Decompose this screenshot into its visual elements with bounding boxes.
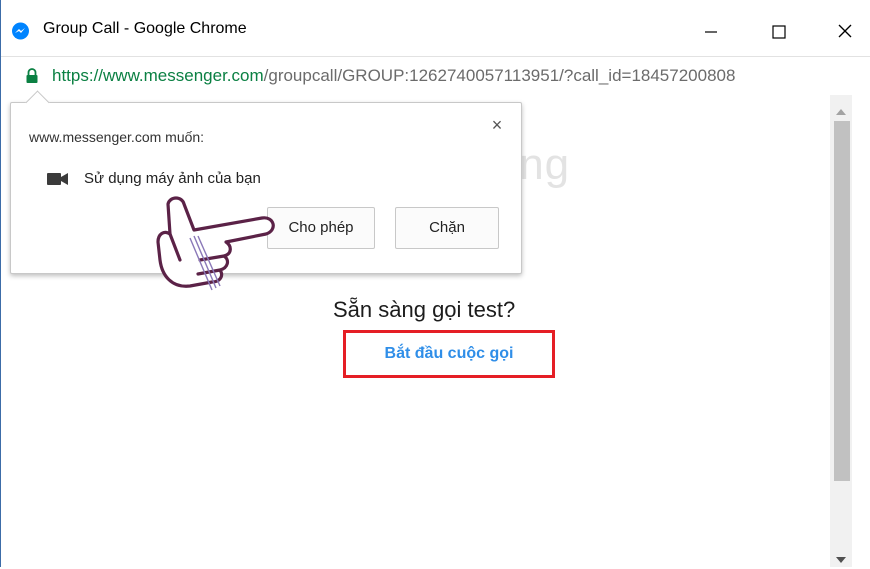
allow-button[interactable]: Cho phép — [267, 207, 375, 249]
url-host: https://www.messenger.com — [52, 66, 264, 85]
camera-icon — [47, 172, 69, 191]
window-title: Group Call - Google Chrome — [43, 20, 247, 37]
scroll-up-arrow-icon[interactable] — [836, 103, 846, 121]
messenger-icon — [11, 22, 30, 41]
ready-to-call-text: Sẵn sàng gọi test? — [333, 297, 516, 322]
vertical-scrollbar[interactable] — [830, 95, 852, 567]
lock-icon[interactable] — [25, 68, 39, 84]
minimize-button[interactable] — [689, 12, 735, 52]
close-window-button[interactable] — [823, 12, 869, 52]
popup-origin-text: www.messenger.com muốn: — [29, 129, 205, 145]
scrollbar-thumb[interactable] — [834, 121, 850, 481]
url-path: /groupcall/GROUP:1262740057113951/?call_… — [263, 66, 736, 85]
address-bar[interactable]: https://www.messenger.com/groupcall/GROU… — [1, 56, 870, 96]
block-button[interactable]: Chặn — [395, 207, 499, 249]
title-bar: Group Call - Google Chrome — [1, 0, 870, 54]
scroll-down-arrow-icon[interactable] — [836, 551, 846, 569]
url-field[interactable]: https://www.messenger.com/groupcall/GROU… — [52, 66, 870, 86]
maximize-button[interactable] — [757, 12, 803, 52]
pointing-hand-icon — [150, 190, 280, 307]
start-call-highlight: Bắt đầu cuộc gọi — [343, 330, 555, 378]
popup-close-button[interactable]: × — [487, 115, 507, 135]
start-call-link[interactable]: Bắt đầu cuộc gọi — [346, 333, 552, 375]
popup-permission-text: Sử dụng máy ảnh của bạn — [84, 170, 261, 187]
